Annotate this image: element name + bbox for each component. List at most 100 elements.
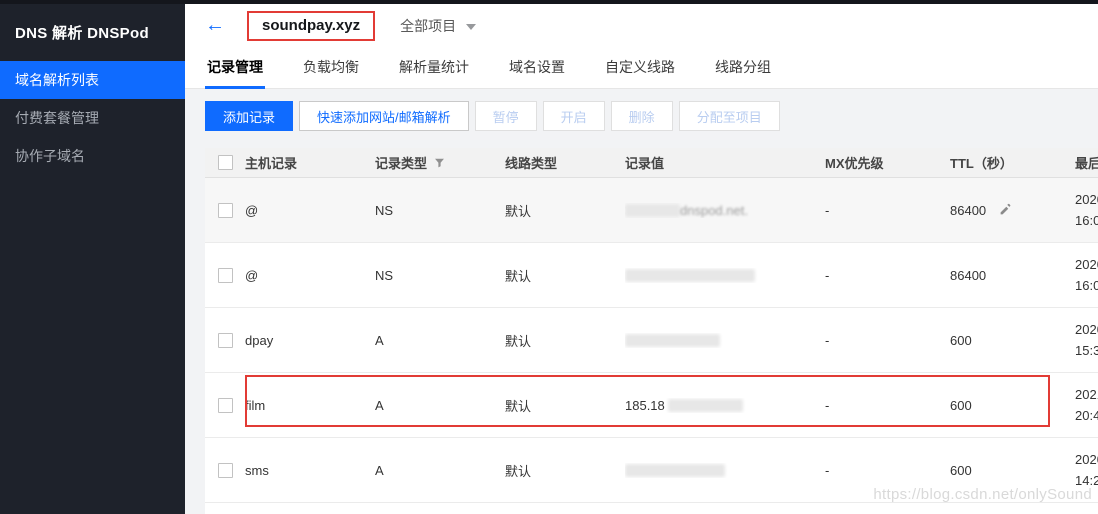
host-record-cell: sms [245,463,375,478]
date-line2: 15:3 [1075,340,1098,361]
date-line1: 2020 [1075,254,1098,275]
project-filter-dropdown[interactable]: 全部项目 [400,16,476,36]
col-line: 线路类型 [505,153,625,172]
last-op-cell: 2020 15:3 [1075,319,1098,361]
record-value-cell [625,268,825,283]
tab-load-balancing[interactable]: 负载均衡 [303,52,359,89]
sidebar-item-label: 协作子域名 [15,148,85,164]
csdn-watermark: https://blog.csdn.net/onlySound [873,486,1092,503]
sidebar: DNS 解析 DNSPod 域名解析列表 付费套餐管理 协作子域名 [0,0,185,514]
redacted-value [625,464,725,477]
date-line1: 2020 [1075,449,1098,470]
main-area: ← soundpay.xyz 全部项目 记录管理 负载均衡 解析量统计 域名设置… [185,0,1098,514]
record-type-cell: NS [375,203,505,218]
ttl-value: 600 [950,333,972,348]
row-checkbox[interactable] [218,268,233,283]
table-row: @ NS 默认 - 86400 2020 16:0 [205,243,1098,308]
dnspod-console: DNS 解析 DNSPod 域名解析列表 付费套餐管理 协作子域名 ← soun… [0,0,1098,514]
enable-button[interactable]: 开启 [543,101,605,131]
tab-record-management[interactable]: 记录管理 [207,52,263,89]
redacted-value [625,269,755,282]
host-record-cell: dpay [245,333,375,348]
assign-to-project-button[interactable]: 分配至项目 [679,101,780,131]
col-type: 记录类型 [375,153,505,172]
project-filter-label: 全部项目 [400,16,456,36]
sidebar-item-paid-plans[interactable]: 付费套餐管理 [0,99,185,137]
tab-resolution-stats[interactable]: 解析量统计 [399,52,469,89]
line-type-cell: 默认 [505,331,625,350]
col-mx: MX优先级 [825,153,950,172]
last-op-cell: 2020 16:0 [1075,189,1098,231]
sidebar-item-label: 付费套餐管理 [15,110,99,126]
toolbar: 添加记录 快速添加网站/邮箱解析 暂停 开启 删除 分配至项目 [185,89,1098,131]
col-ttl: TTL（秒） [950,153,1075,172]
record-type-cell: A [375,398,505,413]
col-host: 主机记录 [245,153,375,172]
table-row: @ NS 默认 dnspod.net. - 86400 2020 16:0 [205,178,1098,243]
mx-priority-cell: - [825,203,950,218]
record-type-cell: A [375,333,505,348]
line-type-cell: 默认 [505,461,625,480]
blurred-value-text: dnspod.net. [680,203,748,218]
table-row: dpay A 默认 - 600 2020 15:3 [205,308,1098,373]
row-checkbox[interactable] [218,203,233,218]
record-value-cell [625,333,825,348]
table-row-highlighted: film A 默认 185.18 - 600 2021 20:4 [205,373,1098,438]
back-arrow-icon[interactable]: ← [205,15,225,35]
ttl-cell: 600 [950,333,1075,348]
record-type-cell: NS [375,268,505,283]
edit-pencil-icon[interactable] [999,203,1012,216]
filter-funnel-icon[interactable] [434,157,445,168]
records-table: 主机记录 记录类型 线路类型 记录值 MX优先级 TTL（秒） 最后 @ NS … [205,148,1098,514]
mx-priority-cell: - [825,333,950,348]
host-record-cell: @ [245,203,375,218]
quick-add-website-mail-button[interactable]: 快速添加网站/邮箱解析 [299,101,469,131]
col-type-label: 记录类型 [375,153,427,172]
last-op-cell: 2020 14:2 [1075,449,1098,491]
table-header-row: 主机记录 记录类型 线路类型 记录值 MX优先级 TTL（秒） 最后 [205,148,1098,178]
ttl-cell: 86400 [950,203,1075,218]
mx-priority-cell: - [825,463,950,478]
date-line2: 16:0 [1075,210,1098,231]
date-line2: 20:4 [1075,405,1098,426]
record-value-cell: dnspod.net. [625,203,825,218]
partial-next-row [205,503,1098,514]
row-checkbox[interactable] [218,333,233,348]
sidebar-item-label: 域名解析列表 [15,72,99,88]
add-record-button[interactable]: 添加记录 [205,101,293,131]
tab-domain-settings[interactable]: 域名设置 [509,52,565,89]
ttl-cell: 86400 [950,268,1075,283]
ttl-value: 600 [950,463,972,478]
row-checkbox[interactable] [218,463,233,478]
ttl-cell: 600 [950,463,1075,478]
host-record-cell: @ [245,268,375,283]
pause-button[interactable]: 暂停 [475,101,537,131]
domain-annotation-box: soundpay.xyz [247,11,375,41]
domain-name: soundpay.xyz [262,17,360,34]
delete-button[interactable]: 删除 [611,101,673,131]
tab-custom-lines[interactable]: 自定义线路 [605,52,675,89]
domain-row: ← soundpay.xyz 全部项目 [185,0,1098,52]
date-line2: 16:0 [1075,275,1098,296]
chevron-down-icon [466,24,476,30]
record-value-cell: 185.18 [625,398,825,413]
tab-line-groups[interactable]: 线路分组 [715,52,771,89]
record-type-cell: A [375,463,505,478]
sidebar-item-collab-subdomains[interactable]: 协作子域名 [0,137,185,175]
line-type-cell: 默认 [505,201,625,220]
col-last-op: 最后 [1075,153,1098,172]
sidebar-item-domain-list[interactable]: 域名解析列表 [0,61,185,99]
ttl-value: 86400 [950,203,986,218]
last-op-cell: 2020 16:0 [1075,254,1098,296]
record-value-prefix: 185.18 [625,398,665,413]
row-checkbox[interactable] [218,398,233,413]
date-line1: 2021 [1075,384,1098,405]
sidebar-title: DNS 解析 DNSPod [0,0,185,61]
select-all-checkbox[interactable] [218,155,233,170]
last-op-cell: 2021 20:4 [1075,384,1098,426]
redacted-value [668,399,743,412]
main-header: ← soundpay.xyz 全部项目 记录管理 负载均衡 解析量统计 域名设置… [185,0,1098,89]
col-value: 记录值 [625,153,825,172]
date-line1: 2020 [1075,319,1098,340]
redacted-value [625,204,680,217]
